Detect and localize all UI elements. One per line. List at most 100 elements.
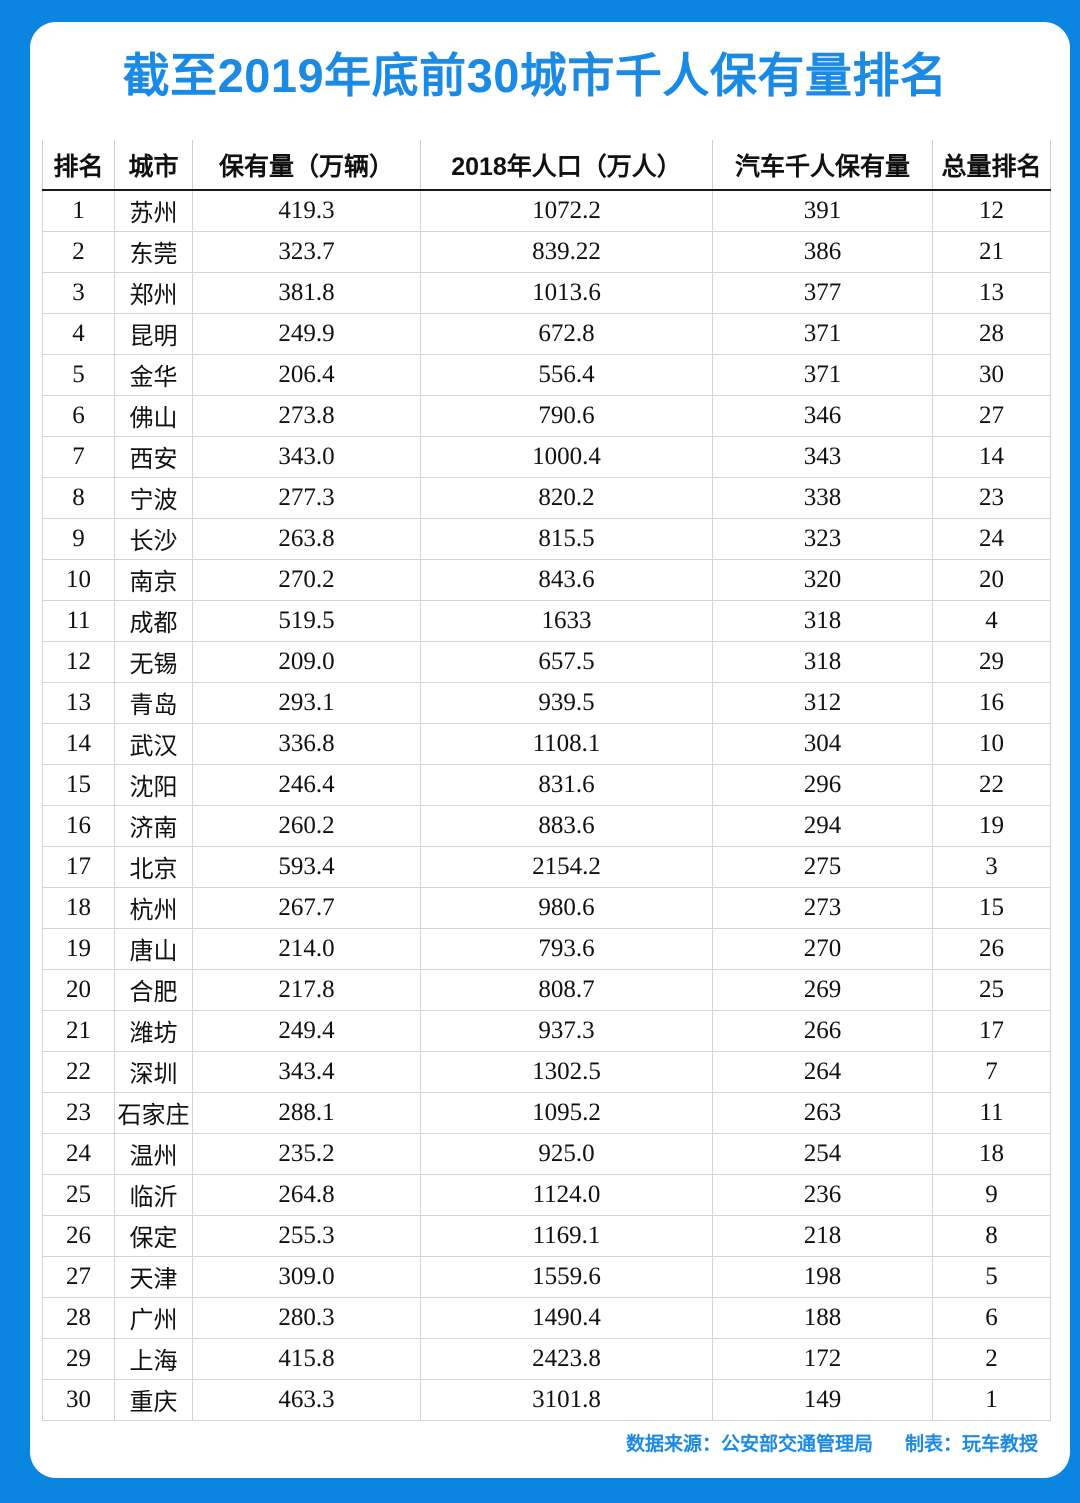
cell-total-rank: 13: [932, 271, 1051, 314]
cell-per-1000: 304: [712, 722, 933, 765]
cell-rank: 14: [42, 722, 115, 765]
cell-total-rank: 10: [932, 722, 1051, 765]
cell-ownership: 343.0: [192, 435, 421, 478]
table-row: 30 重庆 463.3 3101.8 149 1: [42, 1378, 1051, 1421]
cell-ownership: 343.4: [192, 1050, 421, 1093]
column-header-per-1000: 汽车千人保有量: [712, 140, 933, 191]
table-row: 28 广州 280.3 1490.4 188 6: [42, 1296, 1051, 1339]
cell-population: 790.6: [420, 394, 713, 437]
cell-per-1000: 254: [712, 1132, 933, 1175]
cell-rank: 5: [42, 353, 115, 396]
cell-ownership: 336.8: [192, 722, 421, 765]
table-header-row: 排名 城市 保有量（万辆） 2018年人口（万人） 汽车千人保有量 总量排名: [42, 140, 1051, 191]
column-header-rank: 排名: [42, 140, 115, 191]
cell-city: 宁波: [114, 476, 193, 519]
cell-ownership: 323.7: [192, 230, 421, 273]
cell-city: 青岛: [114, 681, 193, 724]
cell-per-1000: 275: [712, 845, 933, 888]
cell-population: 808.7: [420, 968, 713, 1011]
column-header-ownership: 保有量（万辆）: [192, 140, 421, 191]
cell-city: 广州: [114, 1296, 193, 1339]
table-body: 1 苏州 419.3 1072.2 391 12 2 东莞 323.7 839.22 386 21 3 郑…: [42, 189, 1051, 1421]
cell-total-rank: 21: [932, 230, 1051, 273]
cell-total-rank: 5: [932, 1255, 1051, 1298]
footer-credits: 数据来源：公安部交通管理局 制表：玩车教授: [626, 1429, 1038, 1456]
table-row: 4 昆明 249.9 672.8 371 28: [42, 312, 1051, 355]
cell-city: 深圳: [114, 1050, 193, 1093]
column-header-population: 2018年人口（万人）: [420, 140, 713, 191]
table-row: 23 石家庄 288.1 1095.2 263 11: [42, 1091, 1051, 1134]
cell-population: 793.6: [420, 927, 713, 970]
cell-total-rank: 8: [932, 1214, 1051, 1257]
cell-ownership: 463.3: [192, 1378, 421, 1421]
table-row: 15 沈阳 246.4 831.6 296 22: [42, 763, 1051, 806]
cell-per-1000: 270: [712, 927, 933, 970]
table-row: 1 苏州 419.3 1072.2 391 12: [42, 189, 1051, 232]
cell-population: 980.6: [420, 886, 713, 929]
cell-ownership: 273.8: [192, 394, 421, 437]
ranking-table-container: 排名 城市 保有量（万辆） 2018年人口（万人） 汽车千人保有量 总量排名 1…: [42, 140, 1051, 1421]
cell-total-rank: 16: [932, 681, 1051, 724]
cell-population: 815.5: [420, 517, 713, 560]
cell-per-1000: 391: [712, 189, 933, 232]
cell-per-1000: 172: [712, 1337, 933, 1380]
table-row: 13 青岛 293.1 939.5 312 16: [42, 681, 1051, 724]
column-header-total-rank: 总量排名: [932, 140, 1051, 191]
cell-total-rank: 24: [932, 517, 1051, 560]
table-row: 17 北京 593.4 2154.2 275 3: [42, 845, 1051, 888]
cell-total-rank: 1: [932, 1378, 1051, 1421]
cell-city: 金华: [114, 353, 193, 396]
cell-ownership: 419.3: [192, 189, 421, 232]
cell-ownership: 255.3: [192, 1214, 421, 1257]
cell-population: 1072.2: [420, 189, 713, 232]
cell-ownership: 264.8: [192, 1173, 421, 1216]
cell-rank: 28: [42, 1296, 115, 1339]
cell-per-1000: 264: [712, 1050, 933, 1093]
cell-city: 上海: [114, 1337, 193, 1380]
cell-rank: 15: [42, 763, 115, 806]
cell-per-1000: 149: [712, 1378, 933, 1421]
cell-rank: 26: [42, 1214, 115, 1257]
footer-author: 制表：玩车教授: [904, 1434, 1038, 1455]
cell-per-1000: 323: [712, 517, 933, 560]
cell-per-1000: 198: [712, 1255, 933, 1298]
cell-total-rank: 25: [932, 968, 1051, 1011]
cell-total-rank: 6: [932, 1296, 1051, 1339]
cell-city: 重庆: [114, 1378, 193, 1421]
cell-per-1000: 296: [712, 763, 933, 806]
cell-ownership: 260.2: [192, 804, 421, 847]
cell-total-rank: 17: [932, 1009, 1051, 1052]
cell-total-rank: 28: [932, 312, 1051, 355]
cell-per-1000: 236: [712, 1173, 933, 1216]
cell-per-1000: 269: [712, 968, 933, 1011]
cell-per-1000: 188: [712, 1296, 933, 1339]
cell-population: 556.4: [420, 353, 713, 396]
cell-rank: 16: [42, 804, 115, 847]
cell-ownership: 415.8: [192, 1337, 421, 1380]
cell-rank: 7: [42, 435, 115, 478]
table-row: 10 南京 270.2 843.6 320 20: [42, 558, 1051, 601]
cell-ownership: 277.3: [192, 476, 421, 519]
cell-ownership: 293.1: [192, 681, 421, 724]
cell-population: 939.5: [420, 681, 713, 724]
cell-population: 672.8: [420, 312, 713, 355]
cell-total-rank: 22: [932, 763, 1051, 806]
ranking-table: 排名 城市 保有量（万辆） 2018年人口（万人） 汽车千人保有量 总量排名 1…: [42, 140, 1051, 1421]
cell-total-rank: 14: [932, 435, 1051, 478]
cell-rank: 12: [42, 640, 115, 683]
cell-ownership: 217.8: [192, 968, 421, 1011]
cell-rank: 29: [42, 1337, 115, 1380]
cell-city: 昆明: [114, 312, 193, 355]
cell-city: 西安: [114, 435, 193, 478]
table-row: 29 上海 415.8 2423.8 172 2: [42, 1337, 1051, 1380]
cell-city: 保定: [114, 1214, 193, 1257]
cell-total-rank: 20: [932, 558, 1051, 601]
cell-total-rank: 26: [932, 927, 1051, 970]
cell-per-1000: 386: [712, 230, 933, 273]
cell-per-1000: 371: [712, 312, 933, 355]
cell-ownership: 235.2: [192, 1132, 421, 1175]
cell-rank: 6: [42, 394, 115, 437]
cell-rank: 30: [42, 1378, 115, 1421]
cell-total-rank: 4: [932, 599, 1051, 642]
cell-population: 1633: [420, 599, 713, 642]
